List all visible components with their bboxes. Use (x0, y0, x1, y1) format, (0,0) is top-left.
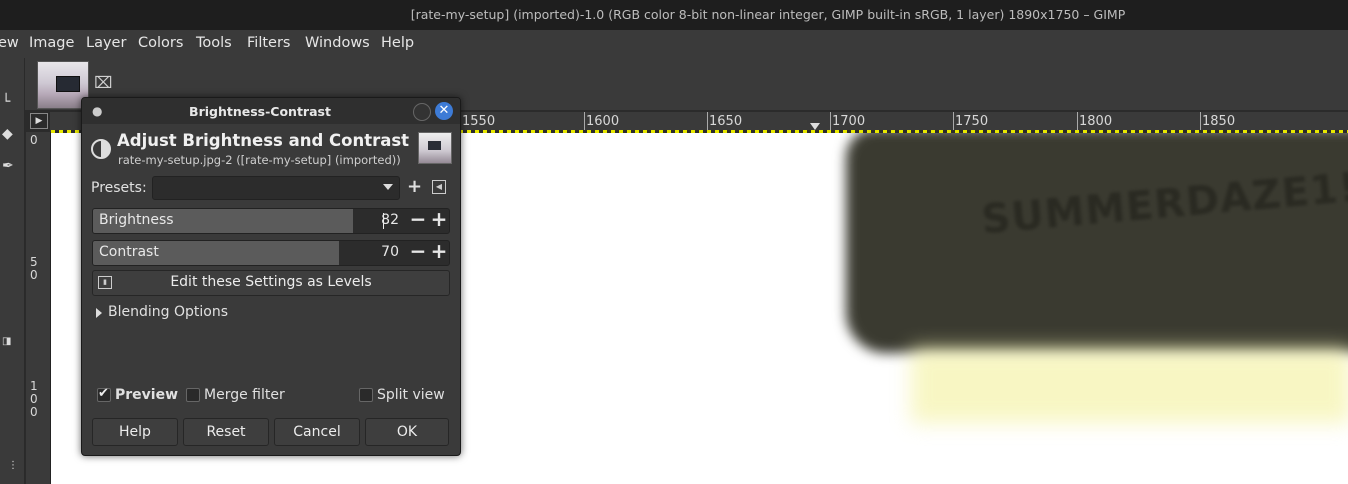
eraser-tool-icon[interactable]: ◆ (2, 126, 13, 142)
window-title: [rate-my-setup] (imported)-1.0 (RGB colo… (410, 7, 1126, 22)
edit-as-levels-button[interactable]: ▮ Edit these Settings as Levels (92, 270, 450, 296)
close-icon[interactable]: ✕ (435, 102, 453, 120)
ruler-label: 1600 (586, 114, 620, 129)
minimize-button[interactable] (413, 103, 431, 121)
ok-button[interactable]: OK (365, 418, 449, 446)
ruler-label: 5 (30, 255, 38, 269)
dock-handle-icon[interactable]: ⋮ (8, 460, 18, 471)
menu-colors[interactable]: Colors (138, 35, 183, 51)
layer-thumbnail (418, 132, 452, 164)
preview-checkbox[interactable] (97, 386, 111, 402)
ruler-label: 1850 (1202, 114, 1236, 129)
menu-tools[interactable]: Tools (196, 35, 232, 51)
minus-icon[interactable]: − (408, 207, 428, 231)
menu-view[interactable]: ew (0, 35, 19, 51)
menu-filters[interactable]: Filters (247, 35, 290, 51)
ruler-label: 1750 (955, 114, 989, 129)
brightness-label: Brightness (99, 212, 174, 228)
ruler-label: 0 (30, 392, 38, 406)
menu-windows[interactable]: Windows (305, 35, 370, 51)
help-button[interactable]: Help (92, 418, 178, 446)
dialog-heading: Adjust Brightness and Contrast (117, 131, 410, 150)
ruler-label: 1650 (709, 114, 743, 129)
ruler-label: 1800 (1079, 114, 1113, 129)
dialog-titlebar[interactable]: ● Brightness-Contrast ✕ (82, 98, 460, 124)
chevron-down-icon (383, 184, 393, 190)
vertical-ruler[interactable]: 0 5 0 1 0 0 (26, 132, 51, 484)
split-view-checkbox[interactable] (359, 388, 373, 402)
plus-icon[interactable]: + (429, 239, 449, 263)
merge-filter-checkbox[interactable] (186, 388, 200, 402)
ruler-label: 0 (30, 405, 38, 419)
toolbox-menu-icon[interactable]: ◨ (2, 336, 11, 347)
menu-image[interactable]: Image (29, 35, 74, 51)
levels-button-label: Edit these Settings as Levels (170, 274, 372, 290)
close-box-icon[interactable]: ⌧ (94, 75, 112, 91)
ruler-label: 1550 (462, 114, 496, 129)
window-titlebar: [rate-my-setup] (imported)-1.0 (RGB colo… (0, 0, 1348, 30)
merge-filter-label: Merge filter (204, 387, 285, 403)
ruler-label: 1 (30, 379, 38, 393)
minus-icon[interactable]: − (408, 239, 428, 263)
brightness-stepper: − + (407, 207, 451, 232)
dialog-subheading: rate-my-setup.jpg-2 ([rate-my-setup] (im… (118, 153, 401, 167)
menu-icon[interactable]: ◀ (432, 180, 446, 194)
expander-arrow-icon[interactable] (96, 308, 102, 318)
color-picker-icon[interactable]: ✒ (2, 158, 14, 174)
preview-label: Preview (115, 387, 179, 403)
blurred-object (846, 133, 1348, 353)
reset-button[interactable]: Reset (183, 418, 269, 446)
blending-options-expander[interactable]: Blending Options (108, 304, 228, 320)
menubar: ew Image Layer Colors Tools Filters Wind… (0, 30, 1348, 58)
pointer-marker (810, 123, 820, 130)
menu-layer[interactable]: Layer (86, 35, 126, 51)
contrast-stepper: − + (407, 239, 451, 264)
presets-label: Presets: (91, 180, 147, 196)
yellow-glow (911, 348, 1348, 423)
ruler-label: 1700 (832, 114, 866, 129)
split-view-label: Split view (377, 387, 445, 403)
brightness-contrast-icon (91, 139, 111, 159)
ruler-label: 0 (30, 268, 38, 282)
contrast-value[interactable]: 70 (359, 244, 399, 260)
crop-tool-icon[interactable]: └ (2, 94, 10, 110)
plus-icon[interactable]: + (407, 177, 422, 197)
toolbox: └ ◆ ✒ ◨ ⋮ (0, 58, 25, 484)
contrast-label: Contrast (99, 244, 159, 260)
ruler-label: 0 (30, 133, 38, 147)
brightness-slider[interactable]: Brightness 82 (92, 208, 450, 234)
navigate-icon[interactable]: ▶ (30, 113, 48, 129)
contrast-slider[interactable]: Contrast 70 (92, 240, 450, 266)
presets-select[interactable] (152, 176, 400, 200)
dialog-title: Brightness-Contrast (189, 104, 331, 119)
plus-icon[interactable]: + (429, 207, 449, 231)
menu-help[interactable]: Help (381, 35, 414, 51)
brightness-value[interactable]: 82 (359, 212, 399, 228)
cancel-button[interactable]: Cancel (274, 418, 360, 446)
brightness-contrast-dialog: ● Brightness-Contrast ✕ Adjust Brightnes… (81, 97, 461, 456)
